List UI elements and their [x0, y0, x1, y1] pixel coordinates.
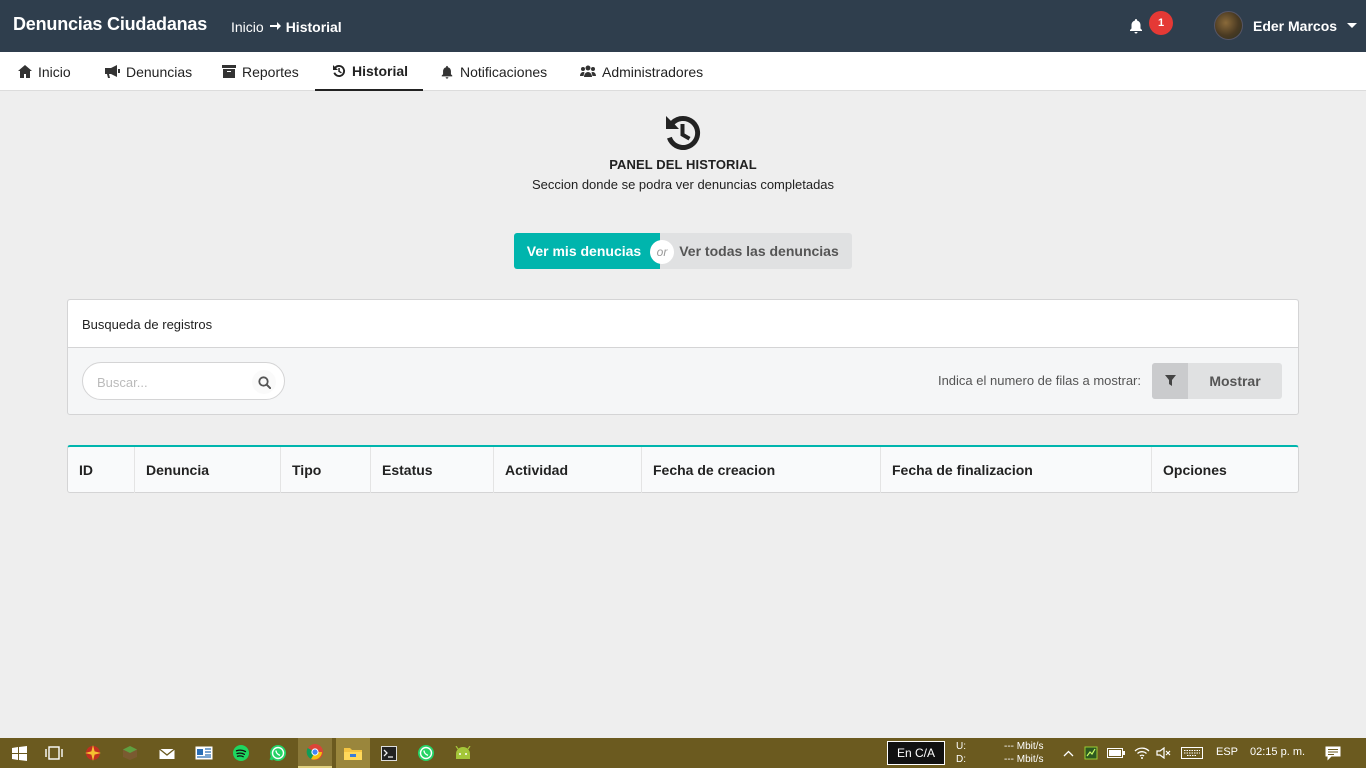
avatar [1214, 11, 1243, 40]
minecraft-icon[interactable] [113, 738, 147, 768]
breadcrumb: Inicio Historial [231, 19, 342, 35]
history-icon [333, 64, 346, 77]
tab-label: Administradores [602, 63, 704, 80]
chrome-icon[interactable] [298, 738, 332, 768]
column-header-estatus[interactable]: Estatus [370, 447, 493, 493]
search-card-title: Busqueda de registros [68, 300, 1298, 348]
network-speed-values: --- Mbit/s --- Mbit/s [1004, 740, 1043, 766]
show-rows-button[interactable]: Mostrar [1152, 363, 1282, 399]
show-rows-label: Mostrar [1209, 373, 1261, 389]
tab-administradores[interactable]: Administradores [580, 52, 703, 91]
task-view-icon[interactable] [37, 738, 71, 768]
upload-label: U: [956, 741, 966, 752]
chevron-down-icon [1347, 23, 1358, 28]
tab-label: Notificaciones [460, 63, 548, 80]
notifications-button[interactable]: 1 [1128, 11, 1176, 40]
tab-label: Reportes [242, 63, 299, 80]
users-icon [580, 65, 596, 77]
compass-app-icon[interactable] [76, 738, 110, 768]
my-complaints-button[interactable]: Ver mis denucias [514, 233, 662, 269]
app-title[interactable]: Denuncias Ciudadanas [13, 14, 207, 35]
home-icon [18, 65, 32, 78]
battery-icon[interactable] [1104, 738, 1128, 768]
main-nav: Inicio Denuncias Reportes Historial Noti… [0, 52, 1366, 91]
upload-speed: --- Mbit/s [1004, 741, 1044, 752]
history-table: ID Denuncia Tipo Estatus Actividad Fecha… [67, 445, 1299, 493]
page-title: PANEL DEL HISTORIAL [609, 157, 757, 172]
column-header-actividad[interactable]: Actividad [493, 447, 641, 493]
action-center-icon[interactable] [1318, 738, 1348, 768]
user-name: Eder Marcos [1253, 17, 1338, 34]
notification-count-badge: 1 [1149, 11, 1173, 35]
tray-app-icon[interactable] [1080, 738, 1102, 768]
column-header-fecha-finalizacion[interactable]: Fecha de finalizacion [880, 447, 1151, 493]
search-box[interactable] [82, 362, 285, 400]
tab-reportes[interactable]: Reportes [222, 52, 299, 91]
breadcrumb-current: Historial [285, 19, 342, 35]
archive-icon [222, 65, 236, 78]
network-speed-labels: U: D: [956, 740, 966, 766]
wifi-icon[interactable] [1130, 738, 1154, 768]
news-app-icon[interactable] [187, 738, 221, 768]
history-icon [662, 113, 702, 156]
column-header-fecha-creacion[interactable]: Fecha de creacion [641, 447, 880, 493]
page-subtitle: Seccion donde se podra ver denuncias com… [531, 177, 835, 192]
search-icon[interactable] [252, 370, 276, 394]
terminal-app-icon[interactable] [372, 738, 406, 768]
volume-muted-icon[interactable] [1152, 738, 1176, 768]
android-studio-icon[interactable] [446, 738, 480, 768]
column-header-opciones[interactable]: Opciones [1151, 447, 1298, 493]
search-card: Busqueda de registros Indica el numero d… [67, 299, 1299, 415]
tab-label: Inicio [38, 63, 71, 80]
all-complaints-button[interactable]: Ver todas las denuncias [660, 233, 852, 269]
download-label: D: [956, 754, 966, 765]
os-taskbar: En C/A U: D: --- Mbit/s --- Mbit/s ESP 0… [0, 738, 1366, 768]
filter-icon [1152, 363, 1188, 399]
search-input[interactable] [97, 372, 247, 392]
bullhorn-icon [105, 65, 120, 78]
input-language[interactable]: ESP [1216, 746, 1238, 758]
user-menu[interactable]: Eder Marcos [1214, 11, 1358, 40]
bell-icon [441, 65, 453, 79]
tab-inicio[interactable]: Inicio [18, 52, 71, 91]
download-speed: --- Mbit/s [1004, 754, 1044, 765]
whatsapp-icon[interactable] [261, 738, 295, 768]
tab-label: Historial [352, 62, 409, 79]
windows-start-icon[interactable] [2, 738, 36, 768]
breadcrumb-home[interactable]: Inicio [231, 19, 264, 35]
tab-historial[interactable]: Historial [315, 52, 423, 91]
mail-icon[interactable] [150, 738, 184, 768]
whatsapp-icon[interactable] [409, 738, 443, 768]
chevron-up-icon[interactable] [1058, 738, 1078, 768]
arrow-right-icon [269, 20, 281, 35]
tab-label: Denuncias [126, 63, 193, 80]
keyboard-icon[interactable] [1178, 738, 1206, 768]
rows-label: Indica el numero de filas a mostrar: [937, 373, 1141, 388]
system-clock[interactable]: 02:15 p. m. [1250, 746, 1305, 758]
column-header-denuncia[interactable]: Denuncia [134, 447, 280, 493]
language-indicator-box[interactable]: En C/A [887, 741, 945, 765]
bell-icon [1130, 19, 1142, 34]
tab-notificaciones[interactable]: Notificaciones [440, 52, 547, 91]
spotify-icon[interactable] [224, 738, 258, 768]
file-explorer-icon[interactable] [336, 738, 370, 768]
top-bar: Denuncias Ciudadanas Inicio Historial 1 … [0, 0, 1366, 52]
column-header-tipo[interactable]: Tipo [280, 447, 370, 493]
column-header-id[interactable]: ID [68, 447, 134, 493]
or-divider: or [650, 240, 674, 264]
tab-denuncias[interactable]: Denuncias [104, 52, 192, 91]
